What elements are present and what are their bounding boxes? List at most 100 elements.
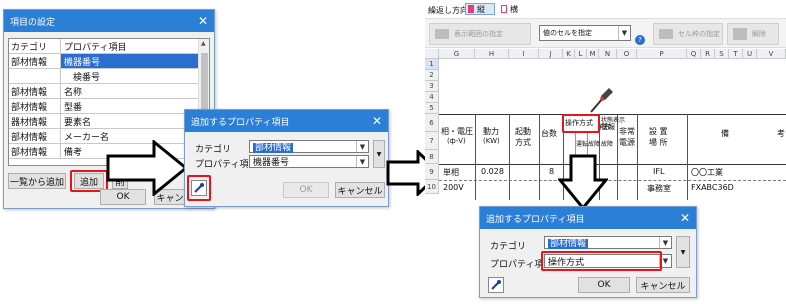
list-item[interactable]: 検番号 — [9, 69, 199, 84]
column-header[interactable]: M — [587, 49, 599, 59]
cell-frame-label: セル枠の指定 — [678, 30, 720, 38]
column-header[interactable]: T — [729, 49, 743, 59]
chevron-down-icon[interactable]: ▼ — [618, 26, 630, 40]
list-item[interactable]: 部材情報 型番 — [9, 99, 199, 114]
row-header[interactable]: 7 — [425, 132, 439, 150]
direction-vertical-toggle[interactable]: 縦 — [465, 3, 495, 15]
column-header[interactable]: Q — [687, 49, 701, 59]
cell-value-select-value: 値のセルを指定 — [543, 29, 592, 37]
category-select[interactable]: 部材情報 ▼ — [544, 236, 672, 249]
row-header[interactable]: 5 — [425, 103, 439, 114]
close-icon[interactable]: ✕ — [372, 115, 382, 127]
category-label: カテゴリ — [490, 242, 527, 252]
header-location-2: 場 所 — [649, 138, 668, 147]
column-header-category[interactable]: カテゴリ — [9, 39, 61, 53]
category-select-value: 部材情報 — [548, 239, 589, 249]
property-select[interactable]: 機器番号 ▼ — [249, 155, 369, 168]
add-from-list-button[interactable]: 一覧から追加 — [8, 173, 66, 189]
column-header[interactable]: G — [439, 49, 475, 59]
close-icon[interactable]: ✕ — [680, 212, 690, 224]
item-settings-title: 項目の設定 — [10, 17, 56, 28]
ok-button[interactable]: OK — [578, 277, 630, 293]
right-arrow-icon — [106, 140, 188, 196]
row-header[interactable]: 10 — [425, 180, 439, 194]
eyedropper-cursor-icon — [590, 88, 613, 113]
operation-method-highlight — [562, 114, 600, 133]
cell-power[interactable]: 0.028 — [481, 167, 504, 176]
column-header[interactable]: J — [539, 49, 563, 59]
ok-button[interactable]: OK — [283, 182, 329, 198]
header-power: 動力 — [483, 127, 499, 136]
expand-button[interactable]: ▼ — [373, 140, 385, 168]
list-item[interactable]: 部材情報 機器番号 — [9, 54, 199, 69]
cell-location[interactable]: 事務室 — [647, 183, 671, 194]
display-range-button[interactable]: 表示範囲の指定 — [429, 23, 531, 45]
chevron-down-icon[interactable]: ▼ — [659, 237, 671, 248]
direction-horizontal-toggle[interactable]: 横 — [499, 3, 527, 15]
header-fault: 故障 — [588, 141, 601, 148]
horizontal-icon — [501, 5, 507, 13]
toolbar: 表示範囲の指定 値のセルを指定 ▼ ? セル枠の指定 解除 — [425, 18, 786, 48]
column-header[interactable]: P — [637, 49, 687, 59]
list-item-category: 部材情報 — [9, 54, 61, 68]
column-header[interactable]: O — [617, 49, 637, 59]
property-list-header: カテゴリ プロパティ項目 — [9, 39, 199, 54]
column-divider — [475, 114, 476, 200]
row-header[interactable]: 9 — [425, 164, 439, 180]
cell-remarks[interactable]: FXABC36D — [691, 183, 734, 192]
cell-value-select[interactable]: 値のセルを指定 ▼ — [539, 25, 631, 41]
cancel-button[interactable]: キャンセル — [335, 182, 385, 198]
scroll-thumb[interactable] — [201, 53, 208, 113]
column-header[interactable]: I — [509, 49, 539, 59]
list-item-category — [9, 69, 61, 83]
row-header[interactable]: 1 — [425, 59, 439, 70]
row-header[interactable]: 6 — [425, 114, 439, 132]
expand-button[interactable]: ▼ — [676, 236, 690, 268]
release-button[interactable]: 解除 — [727, 23, 779, 45]
list-item-property: 機器番号 — [61, 54, 199, 68]
cell-phase[interactable]: 単相 — [443, 167, 459, 178]
column-header[interactable]: H — [475, 49, 509, 59]
row-header[interactable]: 4 — [425, 92, 439, 103]
column-header-property[interactable]: プロパティ項目 — [61, 39, 199, 53]
row-header[interactable]: 2 — [425, 70, 439, 81]
cell-location[interactable]: IFL — [653, 167, 664, 176]
direction-horizontal-label: 横 — [510, 4, 518, 14]
list-item[interactable]: 器材情報 要素名 — [9, 114, 199, 129]
column-header[interactable]: L — [575, 49, 587, 59]
eyedropper-button[interactable] — [488, 277, 504, 293]
row-header[interactable]: 3 — [425, 81, 439, 92]
list-item-category: 部材情報 — [9, 129, 61, 143]
column-header[interactable]: S — [715, 49, 729, 59]
chevron-down-icon[interactable]: ▼ — [356, 141, 368, 152]
add-property-title: 追加するプロパティ項目 — [486, 214, 585, 225]
category-select[interactable]: 部材情報 ▼ — [249, 140, 369, 153]
release-label: 解除 — [752, 30, 766, 38]
column-header[interactable]: N — [599, 49, 617, 59]
column-header[interactable]: V — [757, 49, 786, 59]
help-icon[interactable]: ? — [635, 35, 645, 45]
row-header[interactable]: 8 — [425, 150, 439, 164]
header-alarm: 警報 — [601, 123, 615, 131]
cell-remarks[interactable]: 〇〇工業 — [691, 167, 723, 178]
column-header[interactable]: K — [563, 49, 575, 59]
list-item[interactable]: 部材情報 名称 — [9, 84, 199, 99]
corner-cell[interactable] — [425, 49, 439, 59]
cell-frame-button[interactable]: セル枠の指定 — [653, 23, 723, 45]
cell-count[interactable]: 8 — [549, 167, 554, 176]
list-item-property: 検番号 — [73, 72, 101, 83]
close-icon[interactable]: ✕ — [198, 15, 208, 27]
column-header[interactable]: R — [701, 49, 715, 59]
column-divider — [637, 114, 638, 200]
cancel-button[interactable]: キャンセル — [636, 277, 690, 293]
chevron-down-icon[interactable]: ▼ — [356, 156, 368, 167]
list-item-property: 型番 — [64, 102, 83, 113]
vertical-icon — [468, 5, 474, 13]
property-select-value: 機器番号 — [253, 158, 290, 168]
scroll-up-icon[interactable]: ▲ — [201, 40, 206, 47]
column-header[interactable]: U — [743, 49, 757, 59]
column-divider — [617, 114, 618, 200]
cell-voltage[interactable]: 200V — [443, 183, 464, 192]
add-property-title: 追加するプロパティ項目 — [191, 117, 290, 128]
list-item-category: 部材情報 — [9, 84, 61, 98]
